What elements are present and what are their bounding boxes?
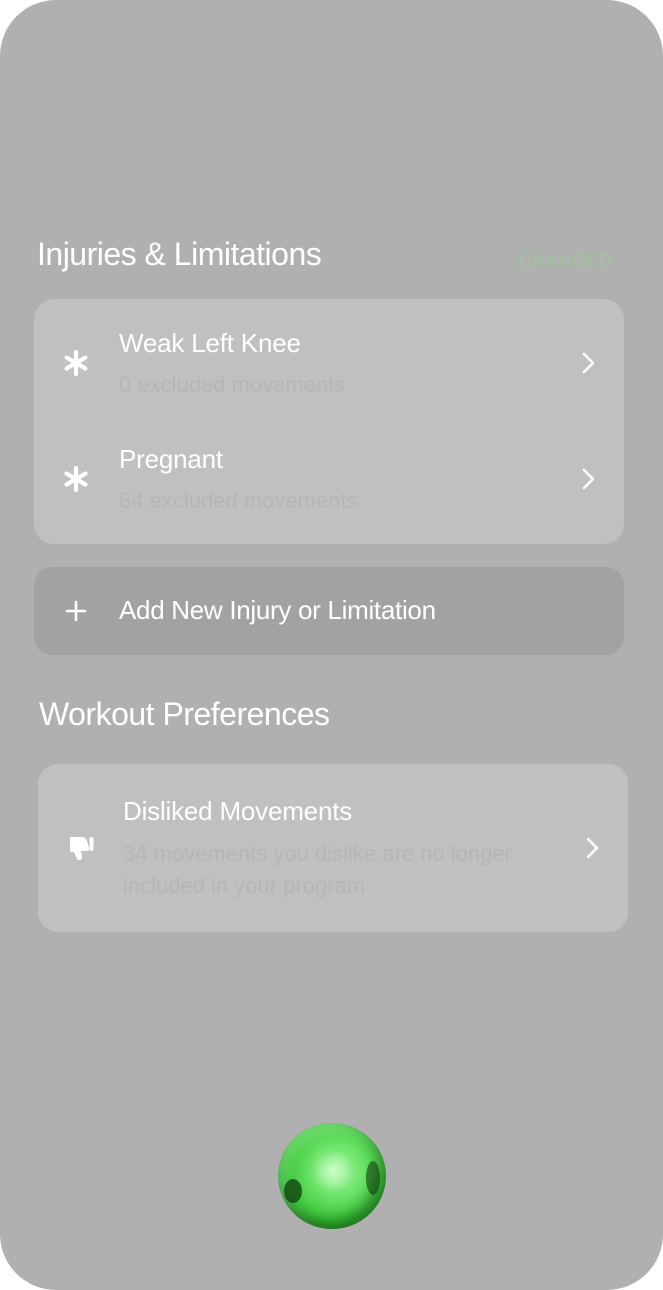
injury-detail: 0 excluded movements: [119, 372, 346, 397]
asterisk-icon: [56, 459, 96, 499]
preferences-section-title: Workout Preferences: [39, 696, 330, 732]
plus-icon: [64, 599, 88, 623]
injury-name: Weak Left Knee: [119, 328, 301, 358]
injury-row-pregnant[interactable]: Pregnant 84 excluded movements: [34, 421, 624, 537]
add-injury-button[interactable]: Add New Injury or Limitation: [34, 567, 624, 655]
asterisk-icon: [56, 343, 96, 383]
screen: Injuries & Limitations CHANGED Weak Left…: [0, 0, 663, 1290]
changed-badge: CHANGED: [519, 251, 613, 271]
orb-shadow: [284, 1179, 302, 1203]
orb-highlight: [310, 1151, 356, 1191]
chevron-right-icon: [579, 349, 599, 377]
injuries-section-title: Injuries & Limitations: [37, 236, 322, 272]
chevron-right-icon: [583, 834, 603, 862]
preferences-card: Disliked Movements 34 movements you disl…: [38, 764, 628, 932]
preference-detail: 34 movements you dislike are no longer i…: [123, 841, 512, 898]
injury-detail: 84 excluded movements: [119, 488, 358, 513]
orb-shadow: [366, 1161, 380, 1195]
injuries-card: Weak Left Knee 0 excluded movements Preg…: [34, 299, 624, 544]
preference-name: Disliked Movements: [123, 796, 353, 826]
assistant-orb-button[interactable]: [278, 1123, 386, 1229]
injury-row-weak-left-knee[interactable]: Weak Left Knee 0 excluded movements: [34, 305, 624, 421]
chevron-right-icon: [579, 465, 599, 493]
injury-name: Pregnant: [119, 444, 223, 474]
preference-row-disliked-movements[interactable]: Disliked Movements 34 movements you disl…: [38, 764, 628, 932]
add-injury-label: Add New Injury or Limitation: [119, 595, 436, 625]
thumbs-down-icon: [60, 828, 100, 868]
